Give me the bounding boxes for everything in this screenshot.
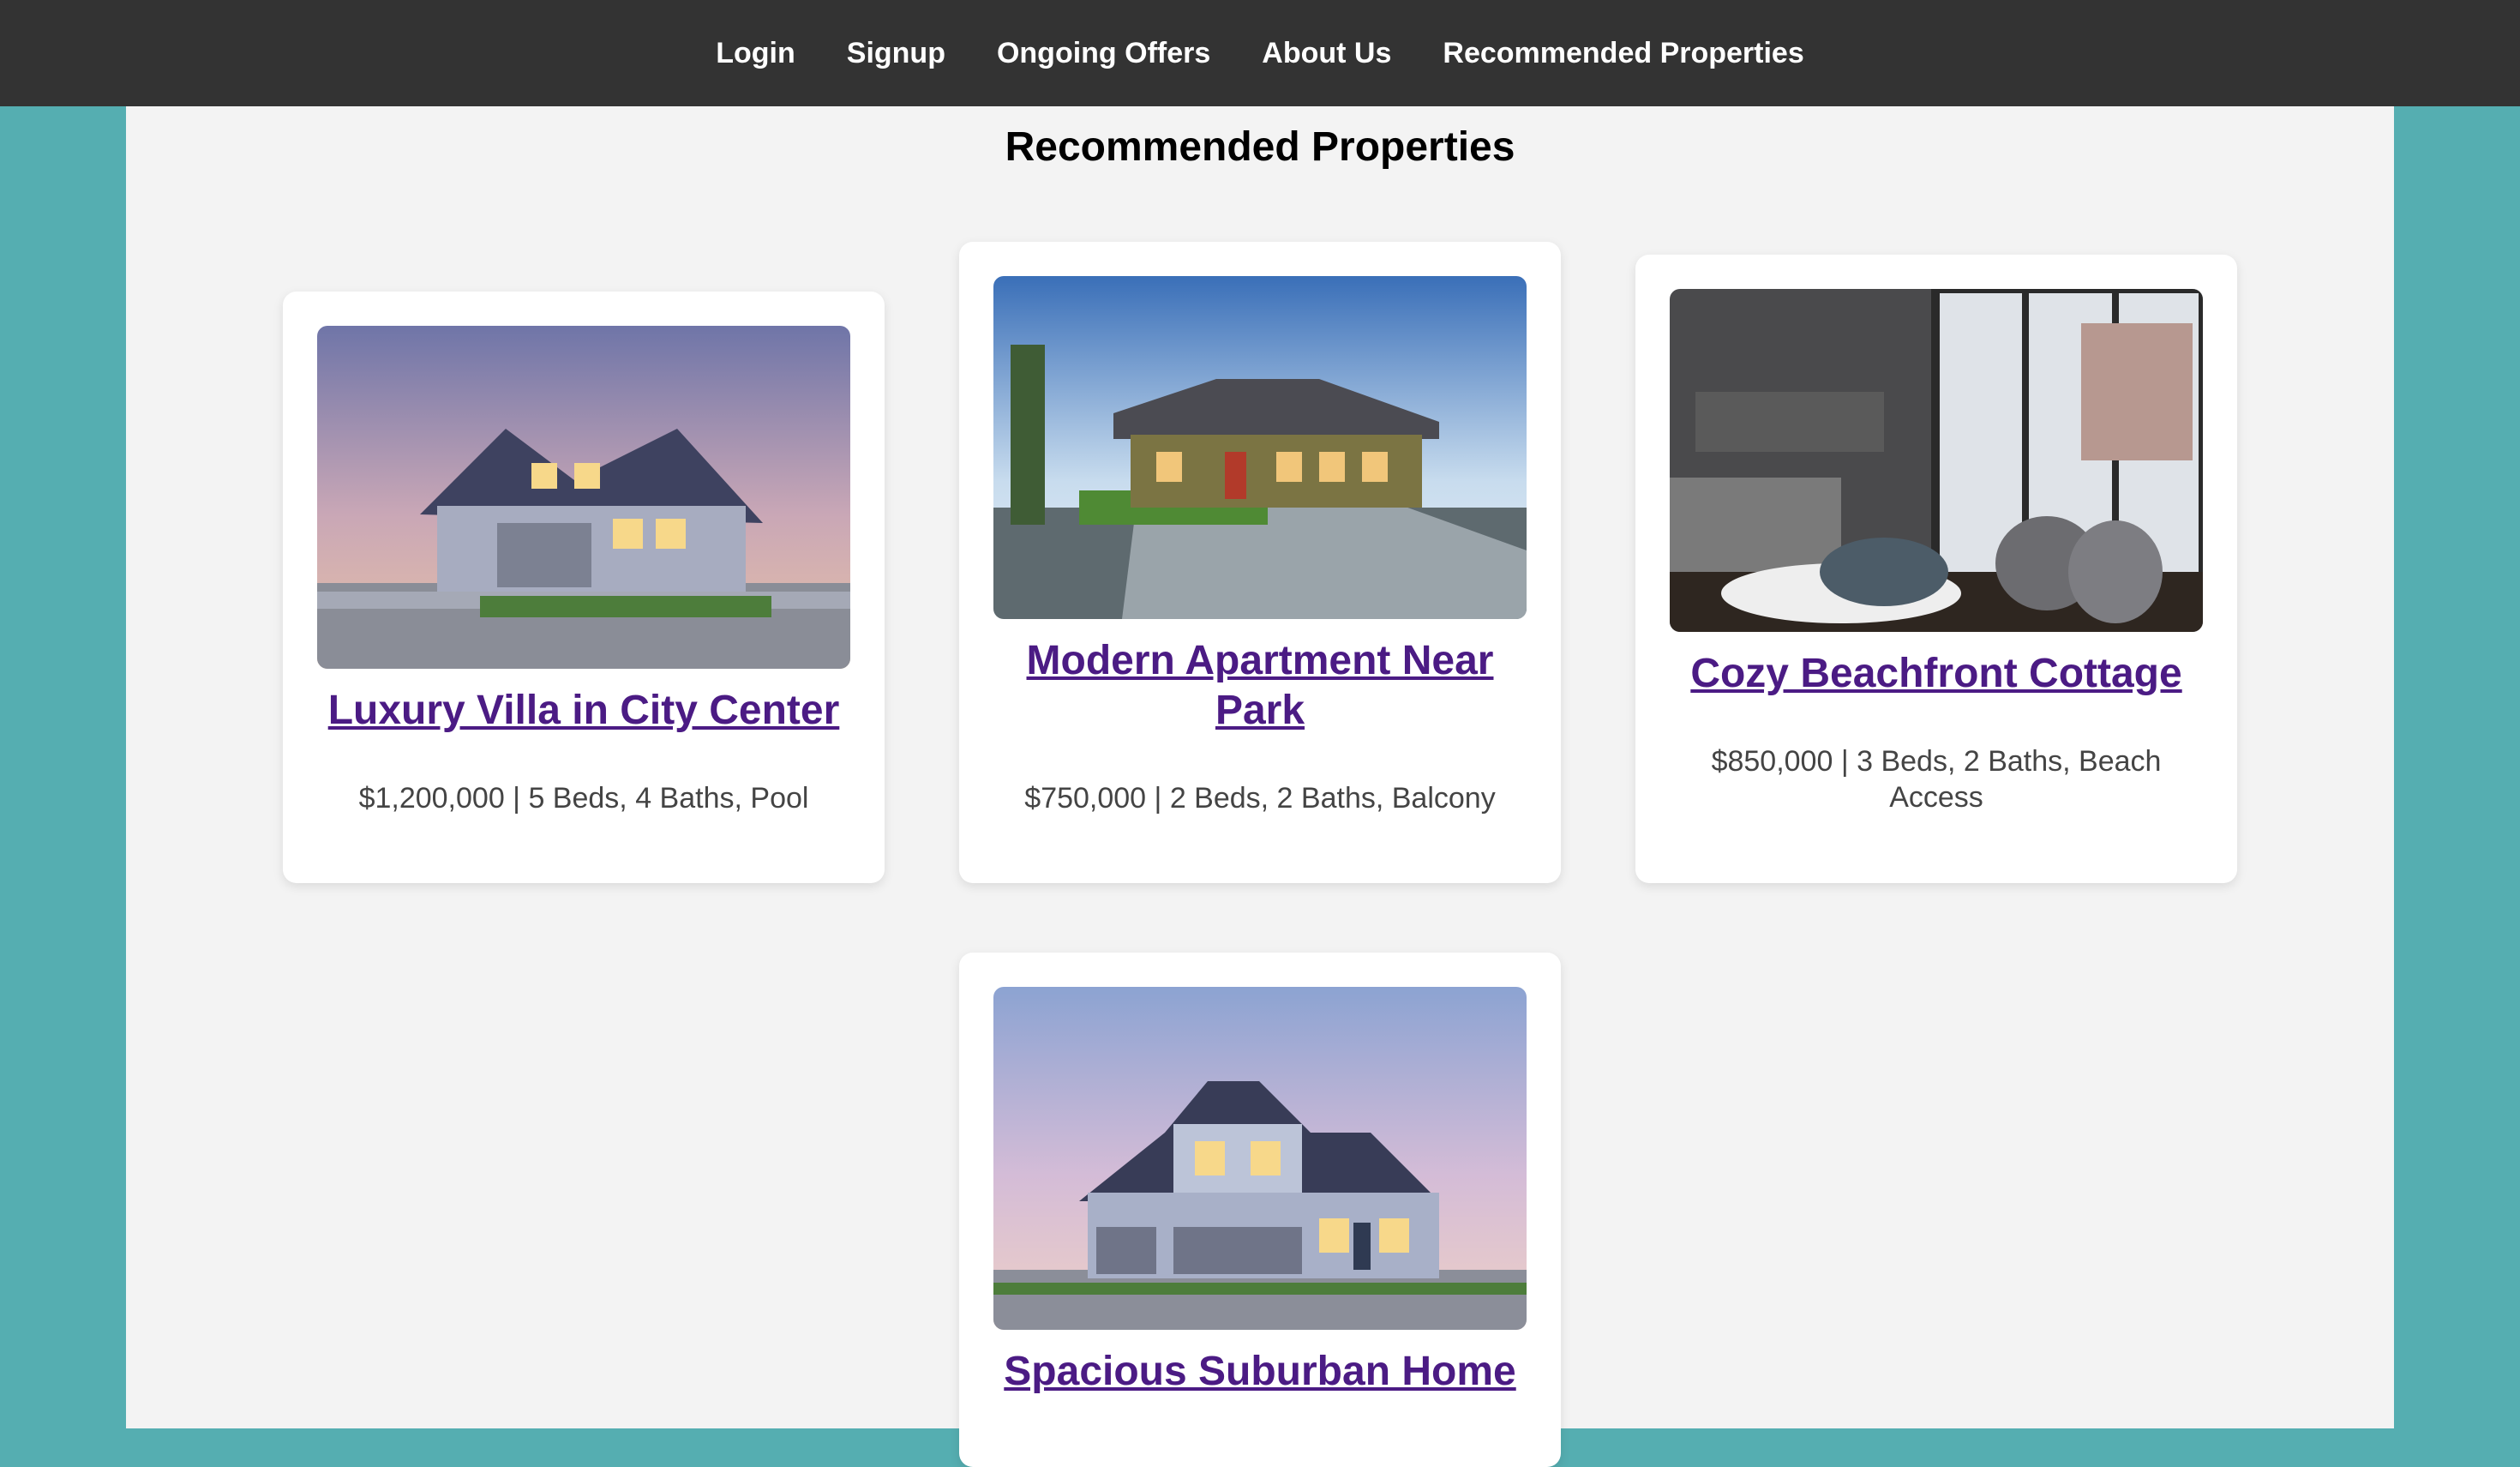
nav-about-us-link[interactable]: About Us xyxy=(1262,37,1391,70)
nav-ongoing-offers-link[interactable]: Ongoing Offers xyxy=(997,37,1210,70)
living-room-photo xyxy=(1670,289,2203,632)
property-details: $850,000 | 3 Beds, 2 Baths, Beach Access xyxy=(1711,745,2162,814)
property-card: Spacious Suburban Home xyxy=(959,953,1561,1467)
property-details: $1,200,000 | 5 Beds, 4 Baths, Pool xyxy=(358,782,809,815)
property-card: Modern Apartment Near Park $750,000 | 2 … xyxy=(959,242,1561,883)
house-photo xyxy=(993,987,1527,1330)
property-title-link[interactable]: Spacious Suburban Home xyxy=(985,1347,1535,1397)
property-title-link[interactable]: Luxury Villa in City Center xyxy=(309,686,859,736)
property-title-link[interactable]: Cozy Beachfront Cottage xyxy=(1661,649,2211,699)
nav-login-link[interactable]: Login xyxy=(716,37,795,70)
house-photo xyxy=(993,276,1527,619)
property-title-link[interactable]: Modern Apartment Near Park xyxy=(985,636,1535,736)
property-image-modern-apartment[interactable] xyxy=(993,276,1527,619)
nav-signup-link[interactable]: Signup xyxy=(847,37,945,70)
main-content: Recommended Properties Luxury Villa in C… xyxy=(126,106,2394,1467)
property-image-beachfront-cottage[interactable] xyxy=(1670,289,2203,632)
nav-recommended-properties-link[interactable]: Recommended Properties xyxy=(1443,37,1803,70)
page-title: Recommended Properties xyxy=(1005,124,1515,170)
top-navigation: Login Signup Ongoing Offers About Us Rec… xyxy=(0,0,2520,106)
property-card: Luxury Villa in City Center $1,200,000 |… xyxy=(283,292,885,883)
property-details: $750,000 | 2 Beds, 2 Baths, Balcony xyxy=(1024,782,1496,815)
property-image-luxury-villa[interactable] xyxy=(317,326,850,669)
property-image-suburban-home[interactable] xyxy=(993,987,1527,1330)
property-card: Cozy Beachfront Cottage $850,000 | 3 Bed… xyxy=(1635,255,2237,883)
house-photo xyxy=(317,326,850,669)
